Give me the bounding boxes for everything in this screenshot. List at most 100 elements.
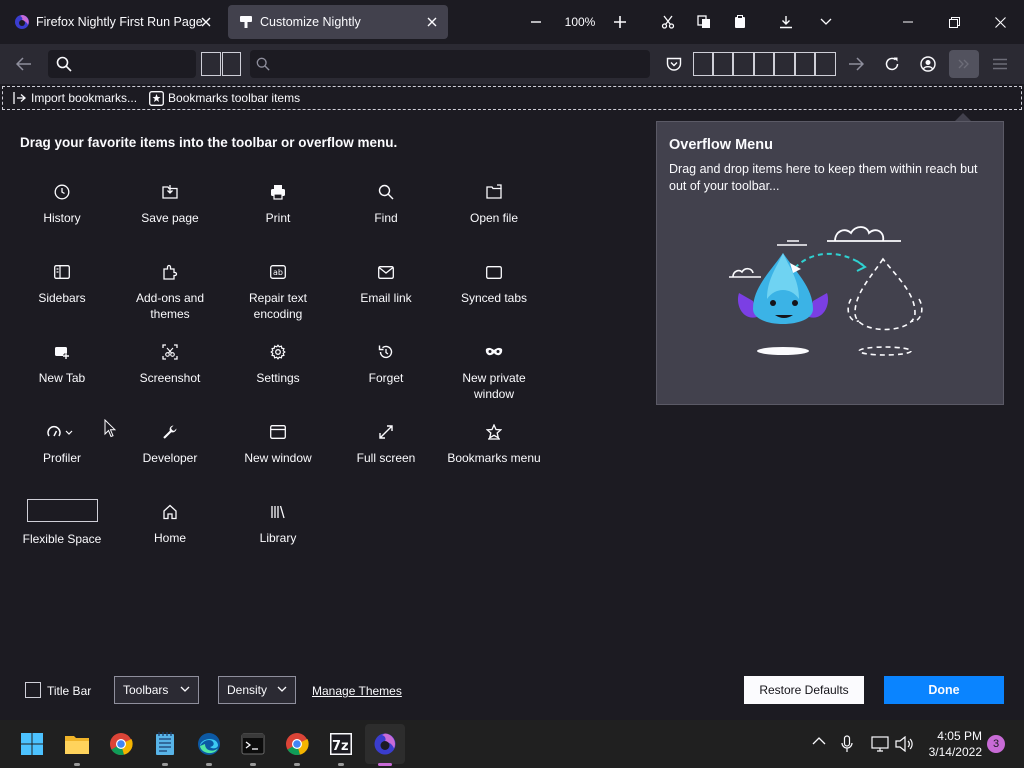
zoom-in-button[interactable] — [608, 6, 632, 38]
zoom-out-button[interactable] — [524, 6, 548, 38]
back-button[interactable] — [10, 50, 38, 78]
toolbar-spacer[interactable] — [795, 52, 815, 76]
pocket-icon — [666, 57, 682, 72]
terminal-icon[interactable] — [237, 728, 269, 766]
clock-time: 4:05 PM — [937, 729, 982, 743]
account-icon — [920, 56, 936, 72]
forward-button[interactable] — [842, 50, 870, 78]
windows-start-icon[interactable] — [16, 728, 48, 760]
palette-item-find[interactable]: Find — [336, 183, 436, 226]
toolbar-spacer[interactable] — [222, 52, 241, 76]
tab-title: Customize Nightly — [260, 15, 361, 29]
toolbars-dropdown[interactable]: Toolbars — [114, 676, 199, 704]
zoom-reset-button[interactable]: 100% — [560, 6, 600, 38]
mask-icon — [485, 343, 503, 361]
volume-icon[interactable] — [895, 736, 913, 752]
copy-button[interactable] — [692, 6, 716, 38]
running-indicator — [74, 763, 80, 766]
list-all-tabs-button[interactable] — [814, 6, 838, 38]
palette-item-flexible-space[interactable]: Flexible Space — [12, 499, 112, 547]
palette-item-home[interactable]: Home — [120, 503, 220, 546]
palette-item-developer[interactable]: Developer — [120, 423, 220, 466]
close-icon[interactable] — [198, 14, 214, 30]
overflow-menu-button[interactable] — [949, 50, 979, 78]
downloads-button[interactable] — [774, 6, 798, 38]
profiler-icon — [46, 423, 78, 441]
taskbar-clock[interactable]: 4:05 PM 3/14/2022 — [920, 728, 982, 760]
toolbar-spacer[interactable] — [774, 52, 795, 76]
mouse-cursor — [104, 419, 116, 438]
palette-item-new-private-window[interactable]: New private window — [444, 343, 544, 402]
palette-item-save-page[interactable]: Save page — [120, 183, 220, 226]
close-window-button[interactable] — [988, 6, 1012, 38]
reload-button[interactable] — [878, 50, 906, 78]
navigation-toolbar — [0, 44, 1024, 84]
chevron-up-icon[interactable] — [812, 736, 826, 746]
palette-item-settings[interactable]: Settings — [228, 343, 328, 386]
title-bar-label: Title Bar — [47, 684, 92, 698]
palette-item-email-link[interactable]: Email link — [336, 263, 436, 306]
overflow-panel-arrow — [955, 113, 971, 121]
palette-item-label: New private window — [462, 371, 526, 401]
tab-strip: Firefox Nightly First Run Page Customize… — [0, 0, 1024, 44]
minimize-button[interactable] — [896, 6, 920, 38]
file-explorer-icon[interactable] — [61, 728, 93, 766]
microphone-icon[interactable] — [841, 735, 853, 753]
paste-button[interactable] — [728, 6, 752, 38]
palette-item-screenshot[interactable]: Screenshot — [120, 343, 220, 386]
toolbar-spacer[interactable] — [713, 52, 733, 76]
bookmarks-toolbar-items[interactable]: Bookmarks toolbar items — [149, 90, 300, 106]
palette-item-full-screen[interactable]: Full screen — [336, 423, 436, 466]
search-bar[interactable] — [48, 50, 196, 78]
tab-first-run[interactable]: Firefox Nightly First Run Page — [4, 5, 222, 39]
restore-defaults-button[interactable]: Restore Defaults — [744, 676, 864, 704]
palette-item-new-window[interactable]: New window — [228, 423, 328, 466]
palette-item-print[interactable]: Print — [228, 183, 328, 226]
palette-item-open-file[interactable]: Open file — [444, 183, 544, 226]
account-button[interactable] — [914, 50, 942, 78]
palette-item-bookmarks-menu[interactable]: Bookmarks menu — [444, 423, 544, 466]
manage-themes-link[interactable]: Manage Themes — [312, 684, 402, 698]
close-icon[interactable] — [424, 14, 440, 30]
chrome-icon[interactable] — [105, 728, 137, 760]
palette-item-sidebars[interactable]: Sidebars — [12, 263, 112, 306]
import-bookmarks-button[interactable]: Import bookmarks... — [13, 91, 137, 105]
save-to-pocket-button[interactable] — [660, 50, 688, 78]
toolbar-spacer[interactable] — [815, 52, 836, 76]
palette-item-addons[interactable]: Add-ons and themes — [120, 263, 220, 322]
customize-footer: Title Bar Toolbars Density Manage Themes… — [0, 670, 1024, 710]
notification-badge[interactable]: 3 — [987, 735, 1005, 753]
network-icon[interactable] — [871, 736, 889, 752]
tab-customize[interactable]: Customize Nightly — [228, 5, 448, 39]
done-button[interactable]: Done — [884, 676, 1004, 704]
title-bar-checkbox[interactable] — [25, 682, 41, 698]
app-menu-button[interactable] — [986, 50, 1014, 78]
toolbar-spacer[interactable] — [201, 52, 221, 76]
running-indicator — [294, 763, 300, 766]
palette-item-synced-tabs[interactable]: Synced tabs — [444, 263, 544, 306]
toolbar-spacer[interactable] — [693, 52, 713, 76]
palette-item-new-tab[interactable]: New Tab — [12, 343, 112, 386]
folder-open-icon — [485, 183, 503, 201]
palette-item-profiler[interactable]: Profiler — [12, 423, 112, 466]
palette-item-label: Email link — [360, 291, 412, 305]
palette-item-label: Find — [374, 211, 398, 225]
home-icon — [161, 503, 179, 521]
density-dropdown[interactable]: Density — [218, 676, 296, 704]
url-bar[interactable] — [250, 50, 650, 78]
toolbar-spacer[interactable] — [754, 52, 774, 76]
7zip-icon[interactable]: 7z — [325, 728, 357, 766]
firefox-nightly-icon[interactable] — [365, 724, 405, 766]
palette-item-forget[interactable]: Forget — [336, 343, 436, 386]
palette-item-history[interactable]: History — [12, 183, 112, 226]
edge-icon[interactable] — [193, 728, 225, 766]
notepad-icon[interactable] — [149, 728, 181, 766]
toolbar-spacer[interactable] — [733, 52, 754, 76]
palette-item-library[interactable]: Library — [228, 503, 328, 546]
chrome-icon[interactable] — [281, 728, 313, 766]
cut-button[interactable] — [656, 6, 680, 38]
restore-window-button[interactable] — [942, 6, 966, 38]
palette-item-repair-text-encoding[interactable]: ab Repair text encoding — [228, 263, 328, 322]
puzzle-icon — [161, 263, 179, 281]
palette-item-label: Screenshot — [139, 371, 201, 385]
